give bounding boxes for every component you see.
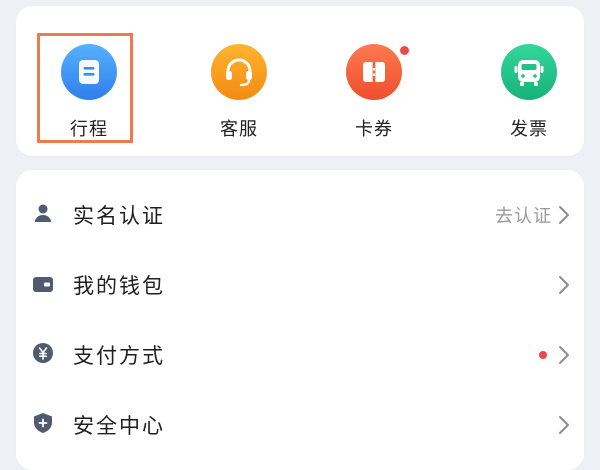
wallet-icon xyxy=(33,277,53,292)
chevron-right-icon xyxy=(559,206,569,224)
menu-item-label: 支付方式 xyxy=(73,344,165,368)
coupon-badge-dot xyxy=(399,45,410,56)
quick-action-label: 卡券 xyxy=(355,119,393,140)
trip-list-icon xyxy=(61,44,117,100)
shield-icon xyxy=(34,413,52,433)
menu-item-label: 我的钱包 xyxy=(73,274,165,298)
menu-item-real-name-verification[interactable]: 实名认证 去认证 xyxy=(16,180,584,250)
chevron-right-icon xyxy=(559,276,569,294)
menu-item-label: 实名认证 xyxy=(73,204,165,228)
chevron-right-icon xyxy=(559,416,569,434)
person-icon xyxy=(35,204,51,222)
menu-list-card: 实名认证 去认证 我的钱包 支付方式 安全中心 xyxy=(16,170,584,470)
quick-action-label: 客服 xyxy=(220,119,258,140)
quick-action-coupon[interactable]: 卡券 xyxy=(314,6,434,156)
payment-badge-dot xyxy=(539,351,547,359)
menu-item-label: 安全中心 xyxy=(73,414,165,438)
quick-action-trip[interactable]: 行程 xyxy=(29,6,149,156)
quick-action-label: 发票 xyxy=(510,119,548,140)
menu-item-my-wallet[interactable]: 我的钱包 xyxy=(16,250,584,320)
invoice-bus-icon xyxy=(501,44,557,100)
headset-icon xyxy=(211,44,267,100)
chevron-right-icon xyxy=(559,346,569,364)
quick-action-customer-service[interactable]: 客服 xyxy=(179,6,299,156)
menu-item-payment-method[interactable]: 支付方式 xyxy=(16,320,584,390)
quick-actions-card: 行程 客服 卡券 发票 xyxy=(16,6,584,156)
yuan-icon xyxy=(33,343,53,363)
quick-action-invoice[interactable]: 发票 xyxy=(469,6,589,156)
quick-action-label: 行程 xyxy=(70,119,108,140)
coupon-icon xyxy=(346,44,402,100)
verify-hint: 去认证 xyxy=(495,206,552,227)
